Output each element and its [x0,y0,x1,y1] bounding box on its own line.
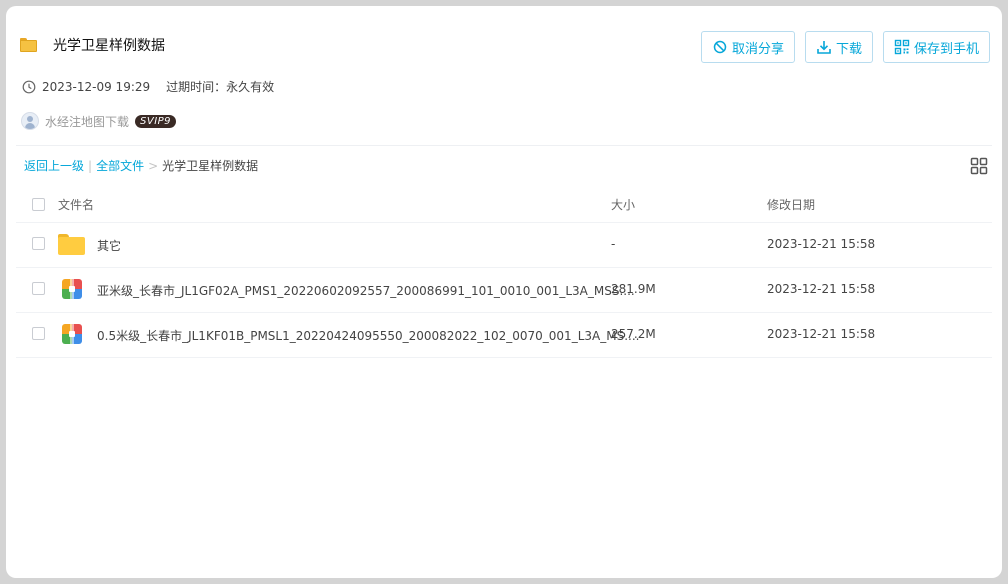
breadcrumb-current: 光学卫星样例数据 [162,159,259,173]
table-row[interactable]: 0.5米级_长春市_JL1KF01B_PMSL1_20220424095550_… [16,313,992,357]
title-row: 光学卫星样例数据 [20,34,165,56]
breadcrumb: 返回上一级 | 全部文件 > 光学卫星样例数据 [24,157,258,174]
share-meta: 2023-12-09 19:29 过期时间：永久有效 [22,78,274,95]
zip-icon [62,324,82,344]
file-date: 2023-12-21 15:58 [767,282,876,296]
cancel-share-label: 取消分享 [731,41,784,57]
avatar[interactable] [21,112,39,130]
breadcrumb-divider: | [88,158,93,173]
back-link[interactable]: 返回上一级 [24,157,84,174]
share-card: 光学卫星样例数据 取消分享 下载 保存到手机 2023-12-09 19:29 … [6,6,1002,578]
download-label: 下载 [835,41,862,57]
user-name[interactable]: 水经注地图下载 [45,113,129,130]
prohibit-icon [712,39,728,55]
save-to-phone-button[interactable]: 保存到手机 [882,31,990,63]
file-date: 2023-12-21 15:58 [767,327,876,341]
header-name[interactable]: 文件名 [58,196,94,213]
clock-icon [22,80,36,94]
file-size: - [611,237,616,251]
divider [16,145,992,146]
vip-badge: SVIP9 [135,114,177,128]
header-size[interactable]: 大小 [611,196,635,213]
table-row[interactable]: 亚米级_长春市_JL1GF02A_PMS1_20220602092557_200… [16,268,992,312]
action-buttons: 取消分享 下载 保存到手机 [700,31,990,63]
download-button[interactable]: 下载 [804,31,873,63]
table-header: 文件名 大小 修改日期 [16,186,992,222]
qrcode-icon [894,39,910,55]
file-name[interactable]: 0.5米级_长春市_JL1KF01B_PMSL1_20220424095550_… [97,327,639,344]
cancel-share-button[interactable]: 取消分享 [700,31,795,63]
all-files-link[interactable]: 全部文件 [96,157,144,174]
page-title: 光学卫星样例数据 [53,38,165,54]
header-date[interactable]: 修改日期 [767,196,815,213]
share-date: 2023-12-09 19:29 [42,79,151,94]
file-size: 257.2M [611,327,656,341]
expire-info: 过期时间：永久有效 [166,80,275,94]
grid-view-icon[interactable] [970,157,988,175]
folder-icon [58,234,85,255]
sharer-info: 水经注地图下载 SVIP9 [21,112,177,130]
row-checkbox[interactable] [32,327,45,340]
divider [16,357,992,358]
zip-icon [62,279,82,299]
file-date: 2023-12-21 15:58 [767,237,876,251]
file-name[interactable]: 亚米级_长春市_JL1GF02A_PMS1_20220602092557_200… [97,282,635,299]
select-all-checkbox[interactable] [32,198,45,211]
folder-icon [20,38,37,52]
table-row[interactable]: 其它 - 2023-12-21 15:58 [16,223,992,267]
save-to-phone-label: 保存到手机 [913,41,979,57]
row-checkbox[interactable] [32,237,45,250]
breadcrumb-arrow: > [148,158,159,173]
file-size: 281.9M [611,282,656,296]
download-icon [816,39,832,55]
file-name[interactable]: 其它 [97,237,121,254]
row-checkbox[interactable] [32,282,45,295]
